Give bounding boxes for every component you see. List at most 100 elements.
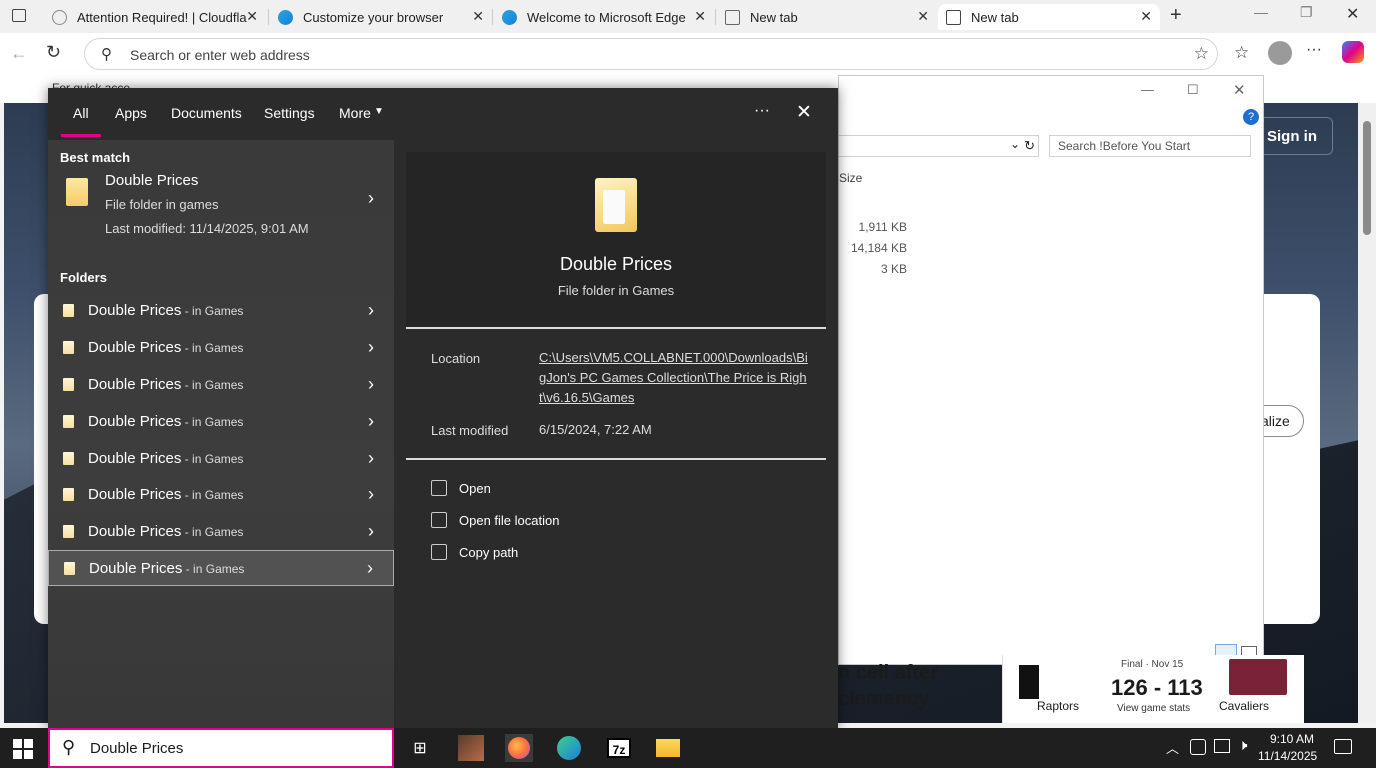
network-icon[interactable] xyxy=(1214,739,1230,753)
folder-icon xyxy=(66,178,88,206)
copilot-icon[interactable] xyxy=(1342,41,1364,63)
notifications-icon[interactable] xyxy=(1334,739,1352,754)
search-filter-tabs: All Apps Documents Settings More ▼ ··· ✕ xyxy=(48,88,838,140)
volume-muted-icon[interactable]: 🕨 xyxy=(1238,737,1247,754)
close-tab-icon[interactable]: ✕ xyxy=(472,8,484,25)
clock-date: 11/14/2025 xyxy=(1258,749,1318,763)
copy-path-action[interactable]: Copy path xyxy=(431,544,518,560)
more-options-icon[interactable]: ··· xyxy=(754,102,770,120)
help-icon[interactable]: ? xyxy=(1243,109,1259,125)
close-tab-icon[interactable]: ✕ xyxy=(917,8,929,25)
address-bar[interactable]: ⚲ Search or enter web address ☆ xyxy=(84,38,1218,70)
folder-result[interactable]: Double Prices - in Games › xyxy=(48,329,394,365)
action-label: Copy path xyxy=(459,544,519,560)
game-app-icon[interactable] xyxy=(457,734,485,762)
explorer-maximize-icon[interactable]: ☐ xyxy=(1187,82,1199,98)
close-window-icon[interactable]: ✕ xyxy=(1346,4,1359,24)
result-location: - in Games xyxy=(181,303,244,318)
back-icon[interactable]: ← xyxy=(10,43,28,64)
add-tab-icon[interactable]: + xyxy=(1170,4,1182,27)
edge-icon[interactable] xyxy=(555,734,583,762)
favorite-star-icon[interactable]: ☆ xyxy=(1194,44,1209,64)
close-icon[interactable]: ✕ xyxy=(796,101,812,124)
best-match-type: File folder in games xyxy=(105,197,219,212)
folder-result[interactable]: Double Prices - in Games › xyxy=(48,513,394,549)
firefox-icon[interactable] xyxy=(505,734,533,762)
tab-apps[interactable]: Apps xyxy=(115,105,147,121)
game-stats-link[interactable]: View game stats xyxy=(1117,703,1190,714)
taskbar-search-input[interactable]: ⚲ Double Prices xyxy=(48,728,394,768)
chevron-right-icon[interactable]: › xyxy=(368,300,374,321)
chevron-right-icon[interactable]: › xyxy=(367,558,373,579)
tab-welcome-edge[interactable]: Welcome to Microsoft Edge ✕ xyxy=(494,4,714,30)
close-tab-icon[interactable]: ✕ xyxy=(246,8,258,25)
best-match-item[interactable]: Double Prices File folder in games Last … xyxy=(48,168,394,252)
chevron-right-icon[interactable]: › xyxy=(368,374,374,395)
folder-result[interactable]: Double Prices - in Games › xyxy=(48,403,394,439)
folder-result[interactable]: Double Prices - in Games › xyxy=(48,292,394,328)
chevron-right-icon[interactable]: › xyxy=(368,411,374,432)
folder-icon xyxy=(63,451,74,465)
7zip-icon[interactable]: 7z xyxy=(605,734,633,762)
preview-subtitle: File folder in Games xyxy=(557,283,675,298)
open-file-location-action[interactable]: Open file location xyxy=(431,512,559,528)
folder-result-selected[interactable]: Double Prices - in Games › xyxy=(48,550,394,586)
chevron-right-icon[interactable]: › xyxy=(368,188,374,209)
tab-cloudflare[interactable]: Attention Required! | Cloudfla ✕ xyxy=(44,4,266,30)
score-card[interactable]: Final · Nov 15 126 - 113 Raptors View ga… xyxy=(1002,655,1304,723)
location-path-link[interactable]: C:\Users\VM5.COLLABNET.000\Downloads\Big… xyxy=(539,348,809,408)
tab-new-tab-active[interactable]: New tab ✕ xyxy=(938,4,1160,30)
tab-label: Customize your browser xyxy=(303,9,444,25)
explorer-close-icon[interactable]: ✕ xyxy=(1233,81,1246,99)
action-label: Open file location xyxy=(459,512,560,528)
task-view-icon[interactable]: ⊞ xyxy=(406,734,434,762)
minimize-icon[interactable]: — xyxy=(1254,4,1268,20)
chevron-right-icon[interactable]: › xyxy=(368,337,374,358)
tab-customize[interactable]: Customize your browser ✕ xyxy=(270,4,492,30)
security-icon[interactable] xyxy=(1190,739,1206,755)
result-name: Double Prices xyxy=(88,301,182,319)
profile-avatar[interactable] xyxy=(1268,41,1292,65)
folder-icon xyxy=(63,487,74,501)
tab-more[interactable]: More xyxy=(339,105,371,121)
refresh-icon[interactable]: ↻ xyxy=(46,42,61,63)
chevron-right-icon[interactable]: › xyxy=(368,448,374,469)
explorer-address-box[interactable]: ⌄ ↻ xyxy=(839,135,1039,157)
folder-icon xyxy=(595,178,637,232)
more-options-icon[interactable]: ··· xyxy=(1306,41,1322,59)
windows-start-icon[interactable] xyxy=(13,739,33,759)
open-action[interactable]: Open xyxy=(431,480,491,496)
tab-new-tab[interactable]: New tab ✕ xyxy=(717,4,937,30)
tab-settings[interactable]: Settings xyxy=(264,105,315,121)
result-location: - in Games xyxy=(181,340,244,355)
explorer-minimize-icon[interactable]: — xyxy=(1141,82,1154,97)
close-tab-icon[interactable]: ✕ xyxy=(1140,8,1152,25)
folder-icon xyxy=(64,561,75,575)
best-match-header: Best match xyxy=(60,150,131,165)
dropdown-icon[interactable]: ⌄ xyxy=(1010,137,1020,151)
show-hidden-icons-icon[interactable]: ︿ xyxy=(1166,738,1179,757)
team-raptors: Raptors xyxy=(1037,699,1080,713)
close-tab-icon[interactable]: ✕ xyxy=(694,8,706,25)
chevron-right-icon[interactable]: › xyxy=(368,484,374,505)
restore-icon[interactable]: ❐ xyxy=(1300,4,1313,21)
favorites-icon[interactable]: ☆ xyxy=(1234,43,1249,63)
refresh-icon[interactable]: ↻ xyxy=(1024,138,1035,154)
folder-result[interactable]: Double Prices - in Games › xyxy=(48,366,394,402)
size-column-header[interactable]: Size xyxy=(839,171,862,185)
tab-all[interactable]: All xyxy=(61,105,101,137)
folder-icon xyxy=(63,414,74,428)
tab-documents[interactable]: Documents xyxy=(171,105,242,121)
chevron-down-icon[interactable]: ▼ xyxy=(374,106,384,117)
explorer-search-input[interactable]: Search !Before You Start xyxy=(1049,135,1251,157)
system-clock[interactable]: 9:10 AM 11/14/2025 xyxy=(1258,731,1318,765)
folder-result[interactable]: Double Prices - in Games › xyxy=(48,440,394,476)
page-scrollbar[interactable] xyxy=(1358,103,1376,723)
result-location: - in Games xyxy=(181,524,244,539)
tab-actions-icon[interactable] xyxy=(12,9,26,22)
chevron-right-icon[interactable]: › xyxy=(368,521,374,542)
open-icon xyxy=(431,480,447,496)
file-explorer-icon[interactable] xyxy=(654,734,682,762)
news-headline[interactable]: n cell after clemency xyxy=(838,660,938,712)
folder-result[interactable]: Double Prices - in Games › xyxy=(48,476,394,512)
